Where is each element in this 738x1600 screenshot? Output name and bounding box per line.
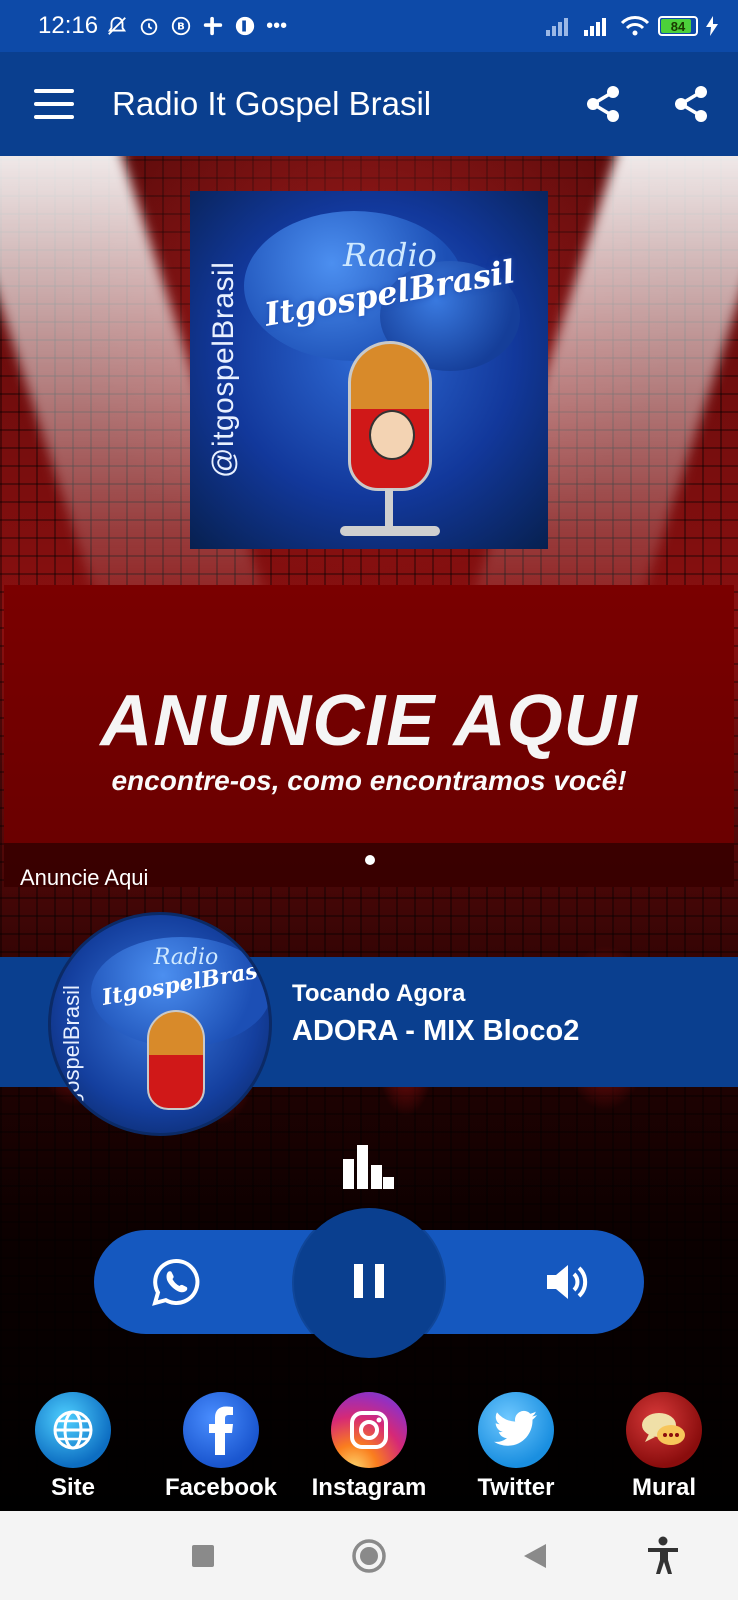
volume-icon [547, 1265, 588, 1299]
wifi-icon [620, 16, 650, 36]
banner-subtitle: encontre-os, como encontramos você! [111, 765, 627, 796]
signal-off-icon [546, 18, 568, 36]
site-link[interactable]: Site [3, 1392, 143, 1502]
accessibility-button[interactable] [640, 1533, 686, 1579]
album-cover: @itgospelBrasil Radio ItgospelBrasil [190, 191, 548, 549]
banner-title: ANUNCIE AQUI [100, 681, 638, 761]
banner-caption: Anuncie Aqui [20, 865, 149, 890]
station-avatar: gospelBrasil Radio ItgospelBrasil [48, 912, 272, 1136]
instagram-link[interactable]: Instagram [299, 1392, 439, 1502]
equalizer-icon [343, 1145, 395, 1189]
charging-icon [706, 16, 718, 36]
system-icons: 84 [544, 15, 718, 37]
circle-icon [352, 1539, 386, 1573]
svg-text:B: B [177, 22, 185, 33]
facebook-icon [209, 1406, 233, 1455]
square-icon [192, 1545, 214, 1567]
globe-icon [53, 1410, 93, 1450]
avatar-microphone-icon [147, 1010, 205, 1110]
twitter-label: Twitter [477, 1474, 555, 1501]
menu-icon [34, 89, 74, 93]
alarm-icon [140, 18, 158, 36]
pause-icon [348, 1263, 390, 1303]
back-button[interactable] [512, 1533, 558, 1579]
avatar-handle: gospelBrasil [59, 985, 84, 1105]
status-time: 12:16 [38, 12, 99, 39]
avatar-brand: Radio ItgospelBrasil [100, 945, 269, 1011]
battery-level: 84 [670, 18, 686, 34]
host-photo [369, 410, 415, 460]
mural-link[interactable]: Mural [594, 1392, 734, 1502]
facebook-label: Facebook [164, 1474, 278, 1501]
twitter-icon [494, 1410, 537, 1446]
pause-button[interactable] [294, 1208, 444, 1358]
signal-icon [584, 18, 606, 36]
share-button[interactable] [584, 84, 622, 124]
home-button[interactable] [346, 1533, 392, 1579]
app-bar: Radio It Gospel Brasil [0, 52, 738, 156]
now-playing-label: Tocando Agora [292, 980, 466, 1007]
menu-button[interactable] [34, 89, 74, 119]
facebook-link[interactable]: Facebook [151, 1392, 291, 1502]
app-badge-icon [235, 16, 255, 36]
social-links: Site Facebook Instagram Twitter Mural [0, 1392, 738, 1512]
cover-handle: @itgospelBrasil [207, 261, 240, 479]
site-label: Site [50, 1474, 95, 1501]
cover-brand: Radio ItgospelBrasil [250, 236, 530, 334]
mural-label: Mural [631, 1474, 696, 1501]
whatsapp-icon [152, 1258, 200, 1306]
appbar-actions [584, 84, 710, 124]
microphone-icon [348, 341, 432, 491]
back-triangle-icon [524, 1544, 546, 1568]
share-app-button[interactable] [672, 84, 710, 124]
app-title: Radio It Gospel Brasil [112, 85, 432, 122]
ad-banner[interactable]: ANUNCIE AQUI encontre-os, como encontram… [4, 585, 734, 890]
banner-caption-strip: Anuncie Aqui [4, 843, 734, 890]
bell-off-icon [108, 16, 127, 35]
instagram-icon [350, 1411, 388, 1449]
carousel-indicator [365, 855, 375, 865]
now-playing-track: ADORA - MIX Bloco2 [292, 1015, 580, 1047]
twitter-link[interactable]: Twitter [446, 1392, 586, 1502]
status-bar: 12:16 B ••• 84 [0, 0, 738, 52]
slack-icon [203, 16, 223, 36]
whatsapp-button[interactable] [124, 1230, 228, 1334]
system-nav-bar [0, 1511, 738, 1600]
instagram-label: Instagram [311, 1474, 427, 1501]
notification-icons: B ••• [106, 15, 287, 38]
volume-button[interactable] [515, 1230, 619, 1334]
b-app-icon: B [171, 16, 191, 36]
more-notifications-icon: ••• [266, 14, 288, 37]
battery-icon: 84 [658, 16, 698, 36]
recents-button[interactable] [180, 1533, 226, 1579]
chat-icon [642, 1413, 685, 1445]
accessibility-icon [648, 1536, 678, 1574]
